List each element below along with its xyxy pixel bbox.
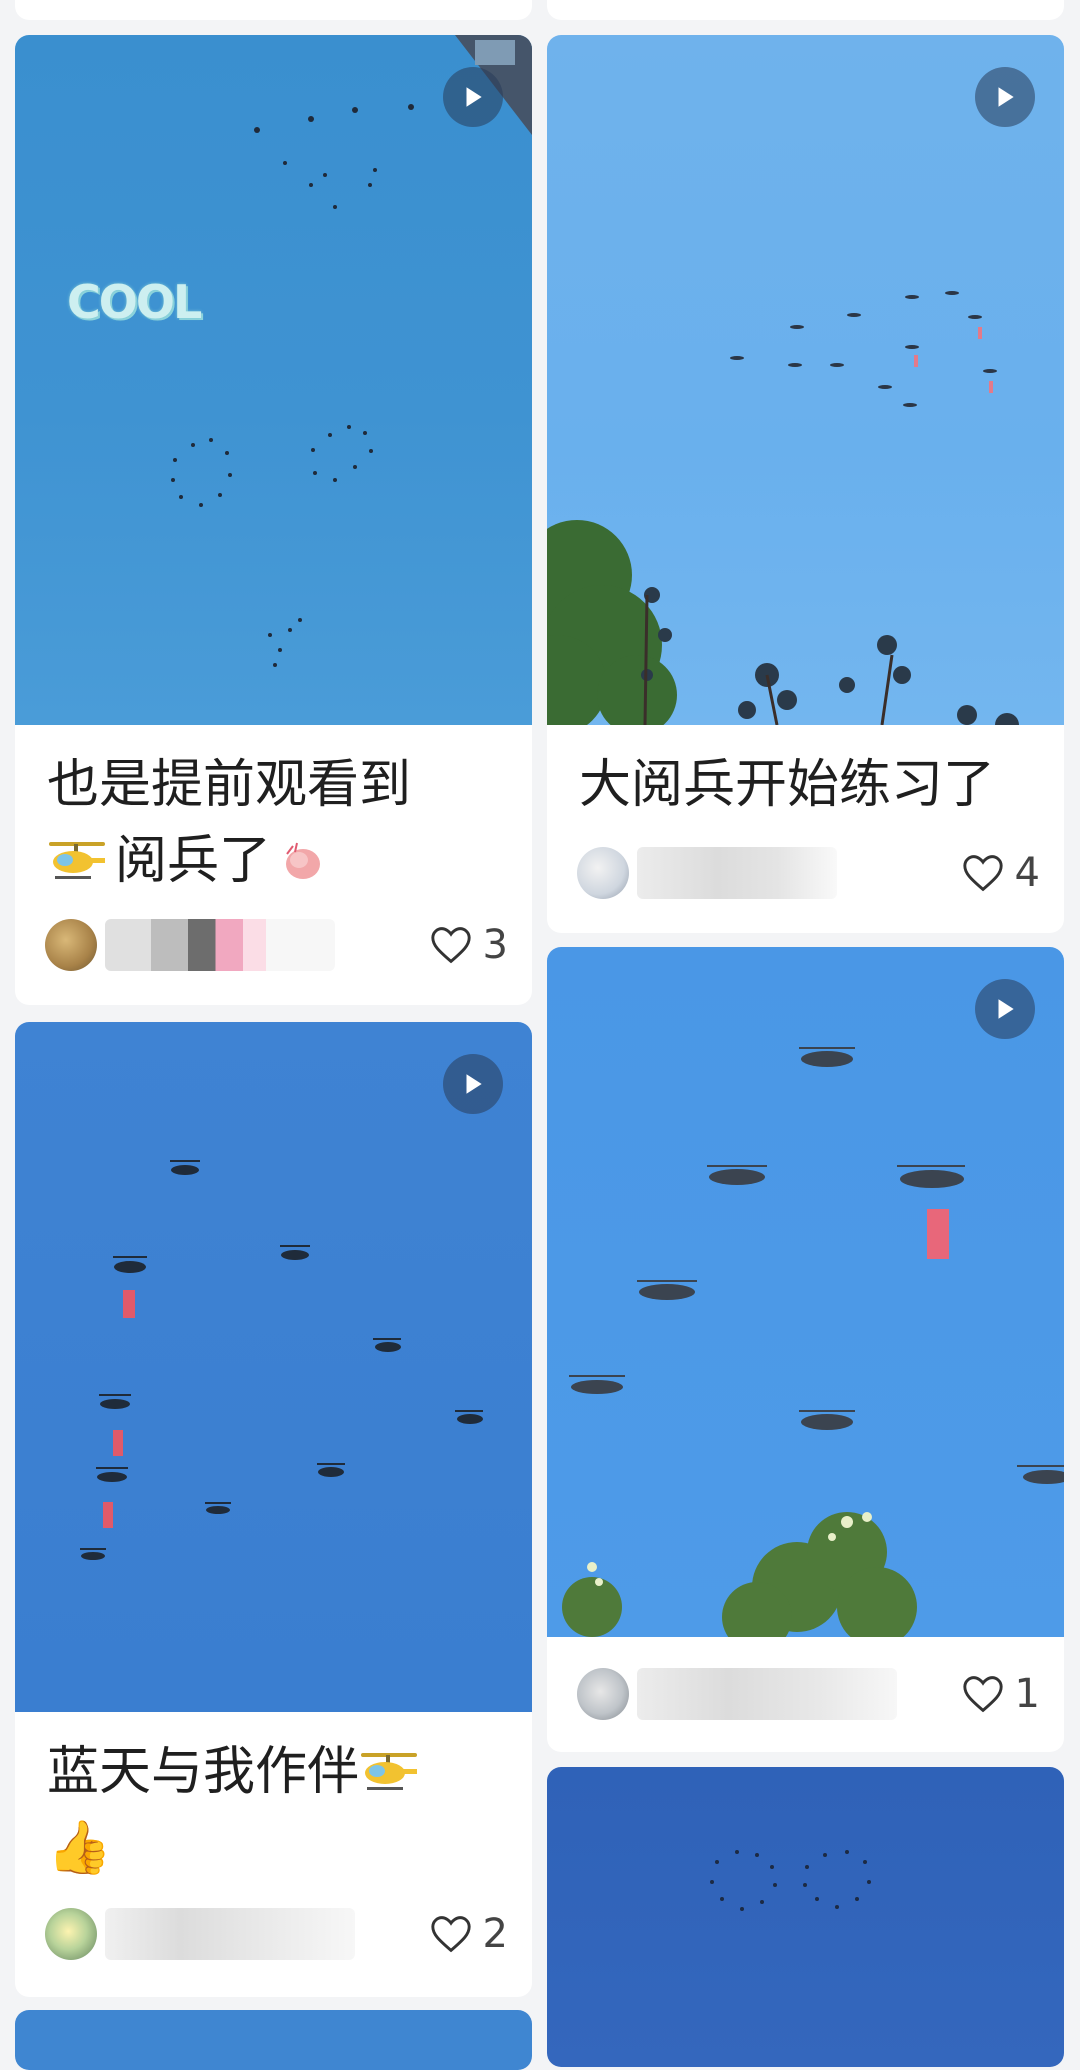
avatar[interactable] [45,919,97,971]
post-meta: user 1 [577,1664,1040,1724]
post-title[interactable]: 也是提前观看到 阅兵了 [47,747,504,899]
avatar[interactable] [577,847,629,899]
avatar[interactable] [577,1668,629,1720]
post-meta: user 4 [577,843,1040,903]
partial-card-top-right[interactable] [547,0,1064,20]
thumbnail-scene [80,1160,483,1560]
post-title-line-1: 蓝天与我作伴 [47,1734,504,1810]
play-icon [466,87,482,107]
post-title[interactable]: 大阅兵开始练习了 [579,747,1036,823]
avatar[interactable] [45,1908,97,1960]
play-icon [998,999,1014,1019]
play-button[interactable] [975,979,1035,1039]
username-blurred[interactable]: user [105,1908,355,1960]
video-thumbnail[interactable] [547,1767,1064,2067]
like-button[interactable]: 1 [961,1671,1040,1717]
thumbnail-scene [562,1047,1064,1652]
thumbnail-scene [171,35,532,667]
heart-outline-icon [430,1916,471,1953]
video-thumbnail[interactable]: COOL [15,35,532,725]
thumbnail-scene [710,1850,871,1911]
feed-card-2[interactable]: 大阅兵开始练习了 user 4 [547,35,1064,933]
partial-card-top-left[interactable] [15,0,532,20]
post-title-line-2: 👍 [47,1818,112,1878]
play-button[interactable] [443,67,503,127]
post-meta: user 2 [45,1904,508,1964]
post-title-line-1: 也是提前观看到 [47,755,412,815]
like-button[interactable]: 3 [429,922,508,968]
like-button[interactable]: 4 [961,850,1040,896]
post-title-line-1-text: 蓝天与我作伴 [47,1742,360,1802]
heart-outline-icon [962,855,1003,892]
cool-sticker: COOL [67,275,202,329]
video-thumbnail[interactable] [15,1022,532,1712]
helicopter-emoji-icon [49,842,105,879]
like-button[interactable]: 2 [429,1911,508,1957]
feed-card-3[interactable]: 蓝天与我作伴 👍 user 2 [15,1022,532,1997]
feed-card-6[interactable] [15,2010,532,2070]
play-icon [466,1074,482,1094]
post-title-line-2: 阅兵了 [47,823,504,899]
play-icon [998,87,1014,107]
play-button[interactable] [975,67,1035,127]
like-count: 4 [1014,850,1040,896]
video-thumbnail[interactable] [547,947,1064,1652]
like-count: 1 [1014,1671,1040,1717]
username-blurred[interactable]: user [637,1668,897,1720]
play-button[interactable] [443,1054,503,1114]
feed-card-5[interactable] [547,1767,1064,2067]
thumbnail-scene [547,291,1019,737]
video-thumbnail[interactable] [547,35,1064,737]
username-blurred[interactable]: user [105,919,335,971]
post-title[interactable]: 蓝天与我作伴 👍 [47,1734,504,1886]
post-title-line-2-text: 阅兵了 [115,831,272,891]
heart-outline-icon [962,1676,1003,1713]
post-meta: user 3 [45,915,508,975]
blush-hands-emoji-icon [286,842,321,879]
like-count: 2 [482,1911,508,1957]
post-title-line-1: 大阅兵开始练习了 [579,755,996,815]
username-blurred[interactable]: user [637,847,837,899]
like-count: 3 [482,922,508,968]
feed-card-1[interactable]: COOL 也是提前观看到 阅兵了 user [15,35,532,1005]
helicopter-emoji-icon [361,1753,418,1790]
video-thumbnail[interactable] [15,2010,532,2070]
heart-outline-icon [430,927,471,964]
feed-card-4[interactable]: user 1 [547,947,1064,1752]
